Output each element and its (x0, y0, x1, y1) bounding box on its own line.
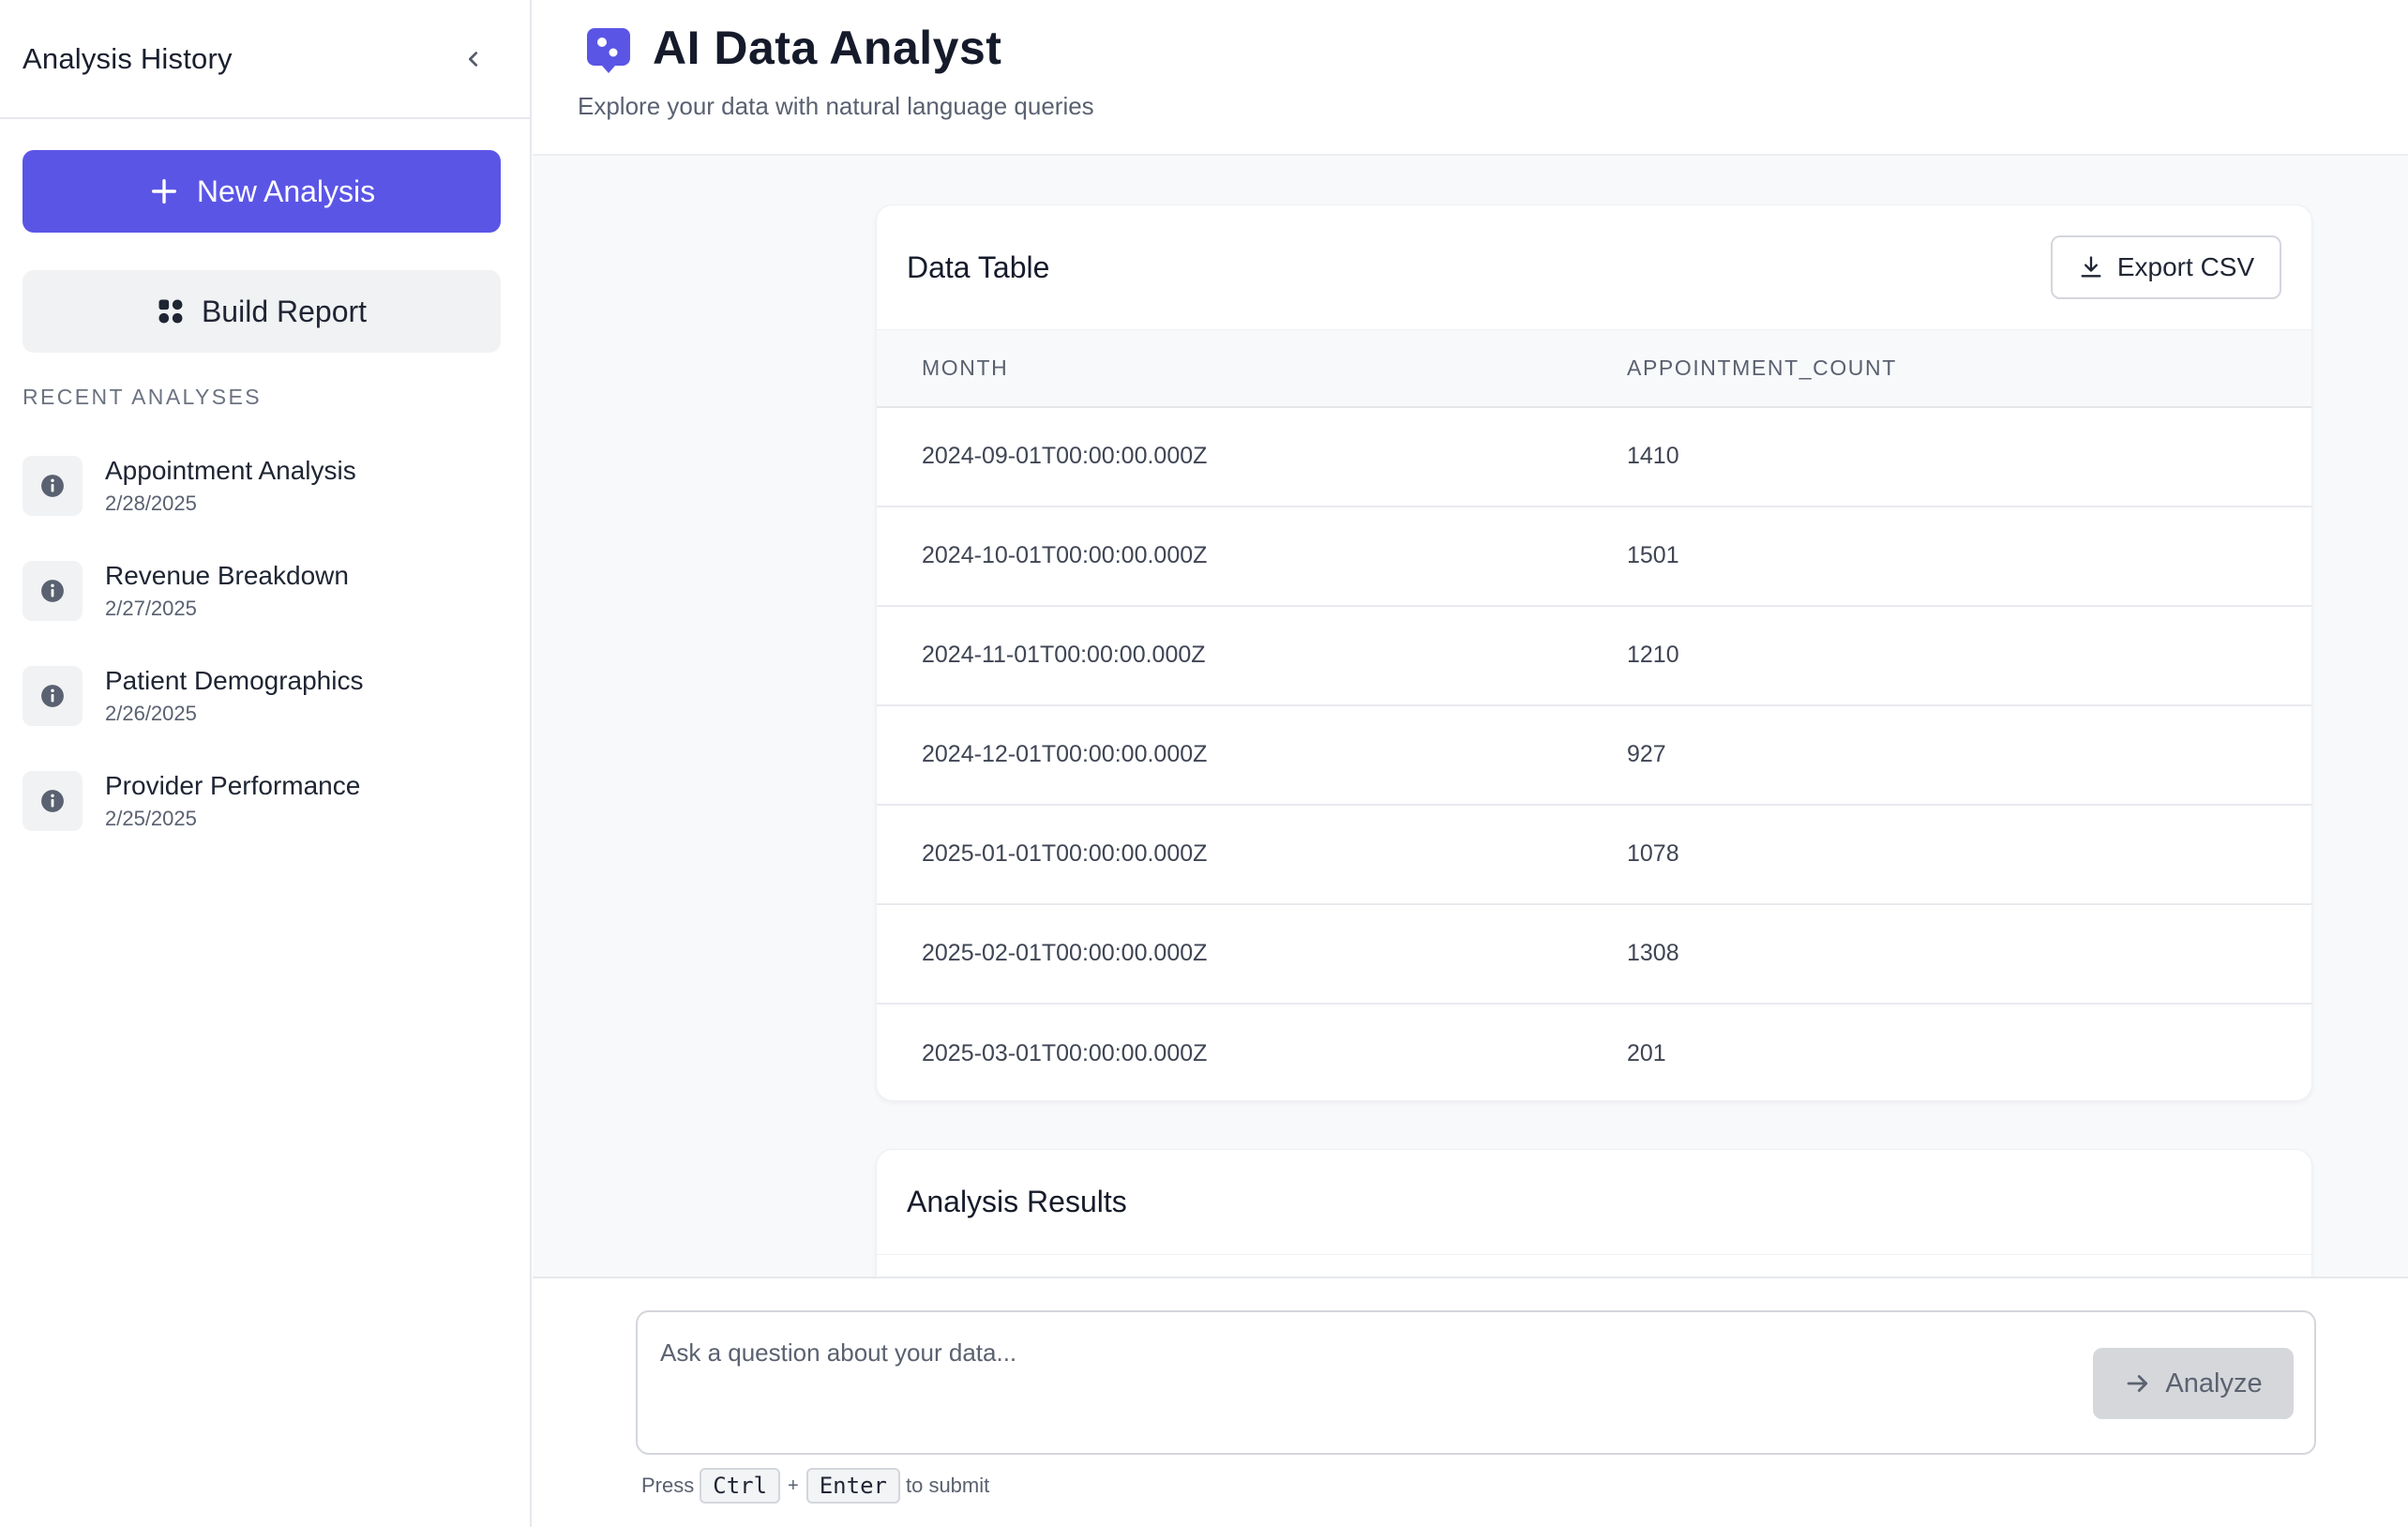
recent-analyses-list: Appointment Analysis 2/28/2025 Revenue B… (23, 433, 510, 854)
table-row: 2025-01-01T00:00:00.000Z 1078 (877, 805, 2311, 904)
recent-item-provider-performance[interactable]: Provider Performance 2/25/2025 (23, 748, 510, 854)
hint-plus: + (788, 1474, 799, 1496)
recent-item-revenue-breakdown[interactable]: Revenue Breakdown 2/27/2025 (23, 538, 510, 643)
table-cell-count: 1501 (1627, 542, 1679, 568)
build-report-label: Build Report (201, 294, 368, 328)
data-table-title: Data Table (907, 249, 1050, 284)
question-input[interactable] (660, 1329, 2067, 1376)
table-cell-month: 2024-09-01T00:00:00.000Z (922, 443, 1208, 469)
table-cell-month: 2025-01-01T00:00:00.000Z (922, 840, 1208, 867)
table-row: 2024-12-01T00:00:00.000Z 927 (877, 705, 2311, 805)
sidebar-header: Analysis History (0, 0, 530, 119)
table-cell-count: 1210 (1627, 642, 1679, 668)
download-icon (2081, 256, 2101, 278)
analyze-button[interactable]: Analyze (2093, 1348, 2294, 1419)
kbd-ctrl: Ctrl (700, 1468, 781, 1504)
collapse-sidebar-button[interactable] (451, 37, 496, 82)
analysis-results-header: Analysis Results (877, 1150, 2311, 1255)
recent-item-date: 2/27/2025 (105, 597, 197, 620)
sidebar: Analysis History New Analysis Build Repo… (0, 0, 532, 1527)
export-csv-button[interactable]: Export CSV (2051, 235, 2281, 299)
table-header-row: MONTH APPOINTMENT_COUNT (877, 329, 2311, 407)
recent-item-appointment-analysis[interactable]: Appointment Analysis 2/28/2025 (23, 433, 510, 538)
analyze-label: Analyze (2165, 1368, 2263, 1398)
table-row: 2024-09-01T00:00:00.000Z 1410 (877, 407, 2311, 506)
column-header-appointment-count[interactable]: APPOINTMENT_COUNT (1627, 330, 2311, 407)
column-header-month[interactable]: MONTH (877, 330, 1627, 407)
table-cell-month: 2024-12-01T00:00:00.000Z (922, 741, 1208, 767)
plus-icon (151, 178, 176, 204)
info-icon (23, 771, 83, 831)
table-cell-count: 927 (1627, 741, 1666, 767)
recent-item-name: Patient Demographics (105, 666, 364, 695)
recent-item-text: Patient Demographics 2/26/2025 (105, 664, 363, 728)
grid-icon (158, 299, 183, 324)
kbd-enter: Enter (805, 1468, 900, 1504)
new-analysis-label: New Analysis (196, 174, 376, 208)
recent-item-date: 2/26/2025 (105, 702, 197, 725)
app-root: Analysis History New Analysis Build Repo… (0, 0, 2408, 1527)
recent-item-date: 2/25/2025 (105, 807, 197, 830)
table-cell-month: 2025-03-01T00:00:00.000Z (922, 1039, 1208, 1066)
info-icon (23, 666, 83, 726)
table-row: 2025-02-01T00:00:00.000Z 1308 (877, 904, 2311, 1004)
analysis-results-title: Analysis Results (907, 1185, 1127, 1218)
chevron-left-icon (468, 51, 478, 67)
app-title: AI Data Analyst (653, 22, 1002, 74)
new-analysis-button[interactable]: New Analysis (23, 150, 501, 233)
data-table: MONTH APPOINTMENT_COUNT 2024-09-01T00:00… (877, 329, 2311, 1101)
sidebar-title: Analysis History (23, 41, 233, 75)
table-row: 2024-10-01T00:00:00.000Z 1501 (877, 506, 2311, 606)
recent-item-text: Appointment Analysis 2/28/2025 (105, 454, 356, 518)
query-composer: Analyze Press Ctrl + Enter to submit (533, 1277, 2408, 1527)
data-table-card: Data Table Export CSV MONTH APPOINTMENT_… (876, 204, 2312, 1101)
main-content: AI Data Analyst Explore your data with n… (533, 0, 2408, 1527)
hint-suffix: to submit (905, 1474, 990, 1497)
arrow-right-icon (2128, 1375, 2148, 1392)
table-cell-month: 2024-10-01T00:00:00.000Z (922, 542, 1208, 568)
table-cell-count: 201 (1627, 1039, 1666, 1066)
info-icon (23, 561, 83, 621)
build-report-button[interactable]: Build Report (23, 270, 501, 353)
recent-item-text: Provider Performance 2/25/2025 (105, 769, 360, 833)
recent-item-name: Provider Performance (105, 771, 361, 800)
table-cell-count: 1078 (1627, 840, 1679, 867)
submit-hint: Press Ctrl + Enter to submit (641, 1468, 989, 1504)
table-row: 2025-03-01T00:00:00.000Z 201 (877, 1004, 2311, 1101)
app-subtitle: Explore your data with natural language … (578, 92, 1094, 120)
recent-item-name: Appointment Analysis (105, 456, 356, 485)
recent-item-date: 2/28/2025 (105, 491, 197, 515)
info-icon (23, 456, 83, 516)
data-table-header: Data Table Export CSV (877, 205, 2311, 329)
recent-analyses-heading: RECENT ANALYSES (23, 385, 263, 409)
table-cell-count: 1308 (1627, 940, 1679, 966)
recent-item-patient-demographics[interactable]: Patient Demographics 2/26/2025 (23, 643, 510, 748)
export-csv-label: Export CSV (2116, 252, 2255, 281)
app-header: AI Data Analyst Explore your data with n… (533, 0, 2408, 156)
recent-item-name: Revenue Breakdown (105, 561, 349, 590)
table-cell-count: 1410 (1627, 443, 1679, 469)
table-cell-month: 2025-02-01T00:00:00.000Z (922, 940, 1208, 966)
table-cell-month: 2024-11-01T00:00:00.000Z (922, 642, 1206, 668)
chat-logo-icon (587, 28, 630, 73)
query-input-box: Analyze (636, 1310, 2316, 1455)
recent-item-text: Revenue Breakdown 2/27/2025 (105, 559, 349, 623)
hint-press: Press (641, 1474, 695, 1497)
table-row: 2024-11-01T00:00:00.000Z 1210 (877, 606, 2311, 705)
